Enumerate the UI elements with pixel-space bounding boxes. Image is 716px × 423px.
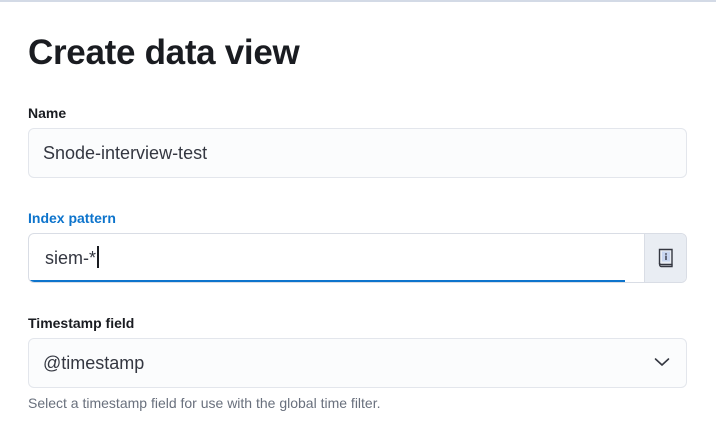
index-pattern-input[interactable]: siem-* [29,234,646,282]
index-pattern-help-button[interactable] [644,234,686,282]
index-pattern-value: siem-* [45,248,97,268]
chevron-down-icon [654,358,670,366]
timestamp-field-value: @timestamp [43,353,145,373]
index-pattern-control: siem-* [28,233,687,283]
timestamp-field-label: Timestamp field [28,315,135,331]
timestamp-help-text: Select a timestamp field for use with th… [28,395,381,411]
name-label: Name [28,105,67,121]
book-info-icon [658,248,673,268]
text-caret [97,246,99,268]
top-divider [0,0,716,2]
timestamp-field-select[interactable]: @timestamp [28,338,687,388]
page-title: Create data view [28,33,300,72]
name-input[interactable]: Snode-interview-test [28,128,687,178]
focus-underline [29,280,625,282]
index-pattern-label: Index pattern [28,210,116,226]
